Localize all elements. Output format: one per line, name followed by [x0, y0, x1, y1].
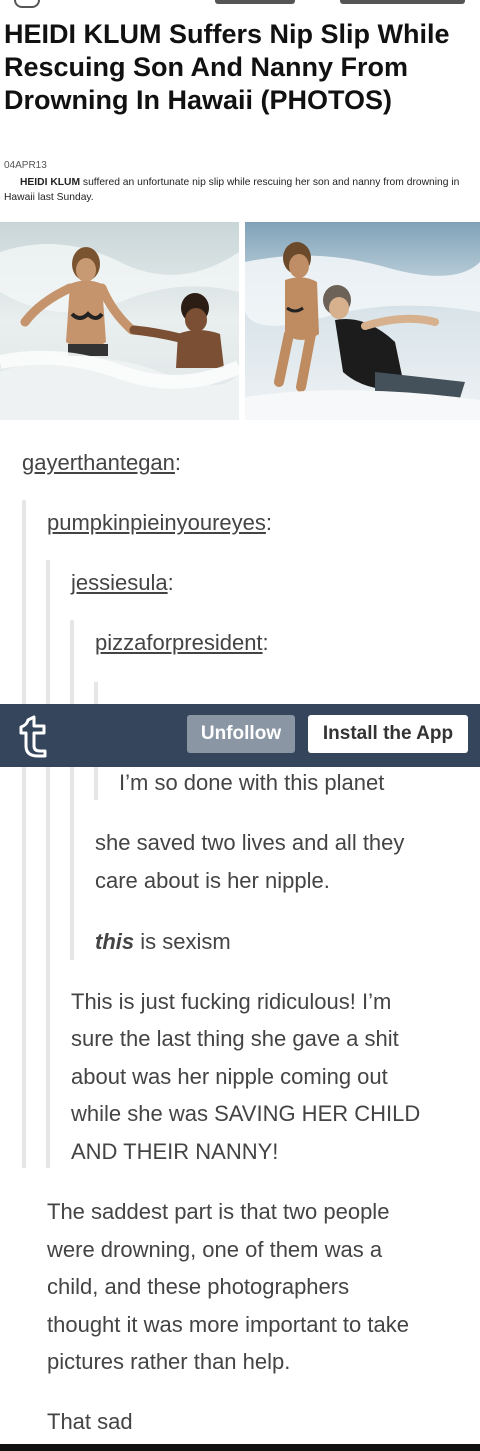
- username-link[interactable]: gayerthantegan: [22, 450, 175, 475]
- username-colon: :: [174, 450, 182, 475]
- comment-4-line-3: about was her nipple coming out: [71, 1064, 388, 1089]
- article-summary: HEIDI KLUM suffered an unfortunate nip s…: [4, 175, 478, 205]
- cropped-header-stub: [0, 0, 480, 8]
- reblog-username-3[interactable]: jessiesula:: [71, 570, 174, 596]
- article-photo-1: [0, 222, 239, 420]
- comment-3: this is sexism: [95, 923, 231, 961]
- comment-2-line-2: care about is her nipple.: [95, 868, 330, 893]
- summary-name: HEIDI KLUM: [20, 177, 81, 188]
- reblog-username-2[interactable]: pumpkinpieinyoureyes:: [47, 510, 272, 536]
- username-colon: :: [265, 510, 273, 535]
- quote-bar-1: [22, 500, 26, 1168]
- username-link[interactable]: pumpkinpieinyoureyes: [47, 510, 266, 535]
- comment-5-line-3: child, and these photographers: [47, 1274, 350, 1299]
- comment-5-line-5: pictures rather than help.: [47, 1349, 291, 1374]
- comment-3-emphasis: this: [95, 929, 135, 954]
- comment-1: I’m so done with this planet: [119, 770, 385, 795]
- quote-bar-3: [70, 620, 74, 960]
- article-date: 04APR13: [4, 160, 47, 171]
- comment-5-line-1: The saddest part is that two people: [47, 1199, 390, 1224]
- quote-bar-2: [46, 560, 50, 1168]
- comment-4-line-5: AND THEIR NANNY!: [71, 1139, 279, 1164]
- comment-3-text: is sexism: [134, 929, 231, 954]
- bottom-divider: [0, 1444, 480, 1451]
- comment-4-line-1: This is just fucking ridiculous! I’m: [71, 989, 392, 1014]
- username-colon: :: [262, 630, 269, 655]
- tumblr-logo-icon[interactable]: [14, 714, 54, 758]
- article-photo-2: [245, 222, 480, 420]
- reblog-username-1[interactable]: gayerthantegan:: [22, 450, 181, 476]
- comment-6: That sad: [47, 1409, 133, 1434]
- username-link[interactable]: pizzaforpresident: [95, 630, 263, 655]
- cropped-logo-stub: [14, 0, 40, 8]
- comment-5-line-2: were drowning, one of them was a: [47, 1237, 383, 1262]
- install-app-button[interactable]: Install the App: [308, 715, 468, 753]
- username-link[interactable]: jessiesula: [71, 570, 168, 595]
- comment-4-line-2: sure the last thing she gave a shit: [71, 1026, 399, 1051]
- comment-5-line-4: thought it was more important to take: [47, 1312, 409, 1337]
- article-headline: HEIDI KLUM Suffers Nip Slip While Rescui…: [4, 19, 450, 115]
- comment-2-line-1: she saved two lives and all they: [95, 830, 405, 855]
- comment-4-line-4: while she was SAVING HER CHILD: [71, 1101, 421, 1126]
- cropped-button-stub: [340, 0, 465, 4]
- reblog-username-4[interactable]: pizzaforpresident:: [95, 630, 269, 656]
- cropped-button-stub: [215, 0, 295, 4]
- unfollow-button[interactable]: Unfollow: [187, 715, 295, 753]
- username-colon: :: [167, 570, 174, 595]
